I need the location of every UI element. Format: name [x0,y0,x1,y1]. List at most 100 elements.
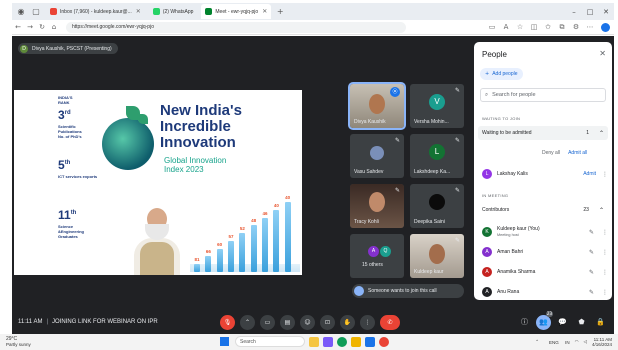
teams-icon[interactable] [323,336,333,347]
more-vert-icon[interactable]: ⋮ [602,269,608,276]
contributors-group[interactable]: Contributors 23 ⌃ [478,203,608,217]
stat-desc: ICT services exports [58,174,97,179]
language-region: IN [565,339,570,345]
tab-gmail[interactable]: Inbox (7,960) - kuldeep.kaur@... ✕ [46,4,145,19]
admit-button[interactable]: Admit [583,171,596,177]
back-arrow-icon[interactable]: ← [12,23,24,31]
read-aloud-icon[interactable]: A [499,23,513,31]
participant-avatar: A [368,246,379,257]
mic-off-icon[interactable]: ✎ [589,229,594,236]
waiting-group[interactable]: Waiting to be admitted 1 ⌃ [478,126,608,140]
people-count-badge: 23 [545,311,553,317]
profile-icon[interactable]: ◉ [15,6,27,18]
weather-widget[interactable]: 29°C Partly sunny [6,337,31,348]
more-options-button[interactable]: ⋮ [360,315,375,330]
audio-options-button[interactable]: ⌃ [240,315,255,330]
edge-icon[interactable] [337,336,347,347]
language-indicator[interactable]: ENG IN [544,340,570,345]
more-vert-icon[interactable]: ⋮ [602,171,608,178]
tab-meet[interactable]: Meet - ewr-yqjq-pjo ✕ [201,4,272,19]
more-vert-icon[interactable]: ⋮ [602,229,608,236]
mic-off-icon[interactable]: ✎ [589,269,594,276]
side-panel-controls: ⓘ 👥 23 💬 ⬟ 🔒 [513,311,608,330]
windows-start-icon[interactable] [220,337,229,346]
person-icon [354,286,364,296]
chrome-icon[interactable] [379,336,389,347]
collections-icon[interactable]: ⧉ [555,23,569,32]
chart-bar-label: 48 [251,218,257,224]
file-explorer-icon[interactable] [351,336,361,347]
mic-toggle-button[interactable]: 🎙 [220,315,235,330]
tab-actions-icon[interactable]: ▢ [30,6,42,18]
participant-name: Deepika Saini [414,219,445,225]
reload-icon[interactable]: ↻ [36,23,48,31]
captions-button[interactable]: ▤ [280,315,295,330]
forward-arrow-icon[interactable]: → [24,23,36,31]
mic-off-icon: ✎ [454,187,460,194]
clock[interactable]: 11:11 AM 4/16/2024 [592,337,612,347]
host-controls-button[interactable]: 🔒 [593,315,608,330]
slide-subtitle-line: Global Innovation [164,156,227,165]
split-screen-icon[interactable]: ◫ [527,23,541,31]
task-view-icon[interactable] [309,336,319,347]
wifi-icon[interactable]: ◠ [575,339,579,345]
others-tile[interactable]: A Q 15 others [350,234,404,278]
copilot-icon[interactable] [601,22,610,32]
camera-permission-icon[interactable]: ▭ [485,23,499,31]
people-button[interactable]: 👥 23 [536,311,553,330]
add-people-button[interactable]: + Add people [480,68,523,80]
extensions-icon[interactable]: ⚙ [569,23,583,31]
stat-rank: 11th [58,208,76,222]
participant-tile[interactable]: ✎ V Versha Mohin... [410,84,464,128]
mail-icon[interactable] [365,336,375,347]
meeting-info-button[interactable]: ⓘ [517,315,532,330]
url-field[interactable]: https://meet.google.com/ewr-yqjq-pjo [66,21,406,33]
participant-name: Vasu Sahdev [354,169,384,175]
new-tab-button[interactable]: + [274,6,286,18]
participant-tile[interactable]: ✎ Tracy Kohli [350,184,404,228]
participant-tile[interactable]: ✎ L Lakshdeep Ka... [410,134,464,178]
favorite-star-icon[interactable]: ☆ [513,23,527,31]
present-button[interactable]: ⊡ [320,315,335,330]
mic-off-icon: ✎ [394,137,400,144]
leader-photo [132,202,182,275]
close-window-button[interactable]: ✕ [598,8,614,16]
search-icon: ⌕ [485,91,489,98]
mic-off-icon[interactable]: ✎ [589,249,594,256]
chevron-up-icon[interactable]: ⌃ [535,339,539,345]
maximize-button[interactable]: □ [582,8,598,16]
tab-whatsapp[interactable]: (2) WhatsApp [149,4,198,19]
participant-tile[interactable]: ✎ Deepika Saini [410,184,464,228]
self-view-tile[interactable]: ✎ Kuldeep kaur [410,234,464,278]
volume-icon[interactable]: ◁ [584,339,587,345]
more-vert-icon[interactable]: ⋮ [602,249,608,256]
activities-button[interactable]: ⬟ [574,315,589,330]
camera-toggle-button[interactable]: ▭ [260,315,275,330]
mic-off-icon[interactable]: ✎ [589,289,594,296]
taskbar-search[interactable]: Search [235,336,305,347]
close-tab-icon[interactable]: ✕ [136,8,141,15]
call-controls: 🎙 ⌃ ▭ ▤ ☺ ⊡ ✋ ⋮ ✆ [220,315,405,330]
home-icon[interactable]: ⌂ [48,23,60,31]
favorites-icon[interactable]: ✩ [541,23,555,31]
separator: | [46,319,49,325]
slide-title: New India's Incredible Innovation [160,103,242,151]
emoji-button[interactable]: ☺ [300,315,315,330]
chat-button[interactable]: 💬 [555,315,570,330]
deny-all-button[interactable]: Deny all [542,150,560,156]
participant-tile[interactable]: ✎ Vasu Sahdev [350,134,404,178]
mic-off-icon: ✎ [454,137,460,144]
close-icon[interactable]: ✕ [599,49,606,58]
raise-hand-button[interactable]: ✋ [340,315,355,330]
participant-face [369,94,385,114]
participant-tile[interactable]: ⦿ Divya Kaushik [348,82,406,130]
more-vert-icon[interactable]: ⋮ [602,289,608,296]
minimize-button[interactable]: – [566,8,582,16]
leave-call-button[interactable]: ✆ [380,315,400,330]
whatsapp-icon [152,8,160,15]
join-request-toast[interactable]: Someone wants to join this call [352,284,464,298]
search-input[interactable]: ⌕ Search for people [480,88,606,102]
menu-dots-icon[interactable]: ⋯ [583,23,597,31]
close-tab-icon[interactable]: ✕ [262,8,267,15]
admit-all-button[interactable]: Admit all [568,150,587,156]
